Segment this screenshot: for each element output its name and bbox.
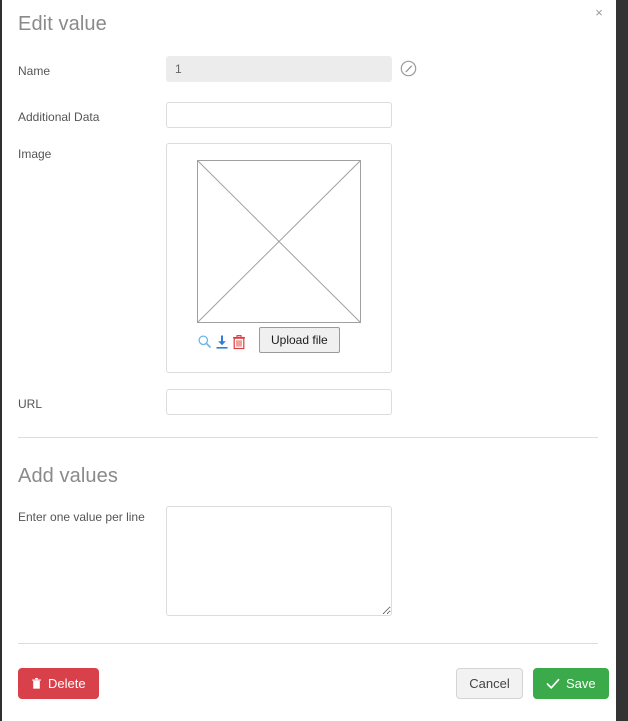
footer-divider	[18, 643, 598, 644]
page-title: Edit value	[18, 13, 107, 35]
cancel-button[interactable]: Cancel	[456, 668, 523, 699]
url-label: URL	[18, 397, 43, 411]
upload-file-button[interactable]: Upload file	[259, 327, 340, 353]
zoom-icon[interactable]	[197, 334, 213, 350]
trash-icon	[32, 678, 41, 689]
window-right-edge	[616, 0, 628, 721]
delete-button-label: Delete	[48, 676, 86, 691]
values-textarea[interactable]	[166, 506, 392, 616]
save-button-label: Save	[566, 676, 596, 691]
url-input[interactable]	[166, 389, 392, 415]
image-toolbar	[197, 330, 247, 354]
enter-one-value-per-line-label: Enter one value per line	[18, 510, 145, 524]
edit-value-dialog: × Edit value Name Additional Data Image	[2, 0, 616, 721]
additional-data-input[interactable]	[166, 102, 392, 128]
delete-button[interactable]: Delete	[18, 668, 99, 699]
add-values-title: Add values	[18, 465, 118, 487]
download-icon[interactable]	[214, 334, 230, 350]
name-label: Name	[18, 64, 51, 78]
image-label: Image	[18, 147, 52, 161]
image-panel: Upload file	[166, 143, 392, 373]
save-button[interactable]: Save	[533, 668, 609, 699]
additional-data-label: Additional Data	[18, 110, 100, 124]
close-icon[interactable]: ×	[590, 4, 608, 22]
pencil-circle-icon[interactable]	[400, 60, 417, 77]
check-icon	[546, 678, 560, 689]
section-divider	[18, 437, 598, 438]
cancel-button-label: Cancel	[469, 676, 510, 691]
name-input[interactable]	[166, 56, 392, 82]
image-placeholder-crossed-box	[197, 160, 361, 323]
delete-icon[interactable]	[231, 334, 247, 350]
